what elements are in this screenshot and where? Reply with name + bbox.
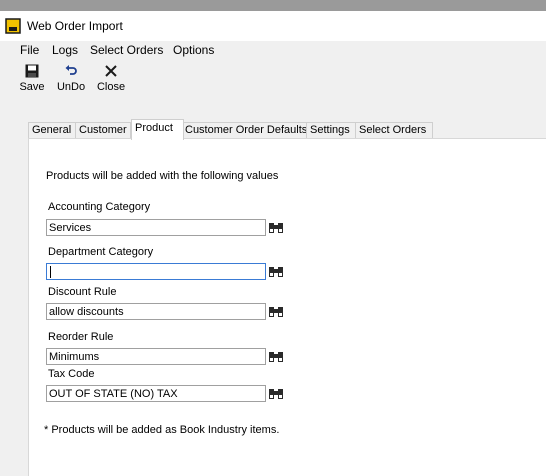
tab-select-orders[interactable]: Select Orders xyxy=(355,122,433,139)
save-button[interactable]: Save xyxy=(19,63,45,93)
binoculars-icon[interactable] xyxy=(268,220,284,235)
close-button[interactable]: Close xyxy=(96,63,126,93)
menu-options[interactable]: Options xyxy=(173,43,214,57)
department-category-input[interactable] xyxy=(46,263,266,280)
app-icon xyxy=(5,18,21,34)
menu-bar: File Logs Select Orders Options xyxy=(0,41,546,61)
tab-settings[interactable]: Settings xyxy=(306,122,356,139)
close-label: Close xyxy=(96,81,126,93)
department-category-label: Department Category xyxy=(48,246,154,258)
tax-code-label: Tax Code xyxy=(48,368,95,380)
reorder-rule-input[interactable]: Minimums xyxy=(46,348,266,365)
desktop-strip xyxy=(0,0,546,11)
binoculars-icon[interactable] xyxy=(268,264,284,279)
undo-arrow-icon xyxy=(65,65,77,75)
binoculars-icon[interactable] xyxy=(268,349,284,364)
toolbar: Save UnDo Close xyxy=(0,63,546,111)
accounting-category-label: Accounting Category xyxy=(48,201,151,213)
tax-code-input[interactable]: OUT OF STATE (NO) TAX xyxy=(46,385,266,402)
menu-logs[interactable]: Logs xyxy=(52,43,78,57)
discount-rule-label: Discount Rule xyxy=(48,286,117,298)
save-label: Save xyxy=(19,81,45,93)
reorder-rule-label: Reorder Rule xyxy=(48,331,114,343)
tab-customer[interactable]: Customer xyxy=(75,122,131,139)
tab-product[interactable]: Product xyxy=(131,119,184,140)
book-industry-note: * Products will be added as Book Industr… xyxy=(44,424,280,436)
accounting-category-input[interactable]: Services xyxy=(46,219,266,236)
title-bar: Web Order Import xyxy=(0,11,546,41)
text-caret xyxy=(50,266,51,279)
x-icon xyxy=(105,65,117,77)
binoculars-icon[interactable] xyxy=(268,386,284,401)
tab-general[interactable]: General xyxy=(28,122,77,139)
menu-file[interactable]: File xyxy=(20,43,39,57)
window-title: Web Order Import xyxy=(27,19,123,33)
binoculars-icon[interactable] xyxy=(268,304,284,319)
undo-button[interactable]: UnDo xyxy=(56,63,86,93)
product-panel: Products will be added with the followin… xyxy=(28,138,546,476)
floppy-disk-icon xyxy=(25,64,39,78)
menu-select-orders[interactable]: Select Orders xyxy=(90,43,163,57)
tab-customer-order-defaults[interactable]: Customer Order Defaults xyxy=(181,122,308,139)
discount-rule-input[interactable]: allow discounts xyxy=(46,303,266,320)
undo-label: UnDo xyxy=(56,81,86,93)
intro-text: Products will be added with the followin… xyxy=(46,170,279,182)
